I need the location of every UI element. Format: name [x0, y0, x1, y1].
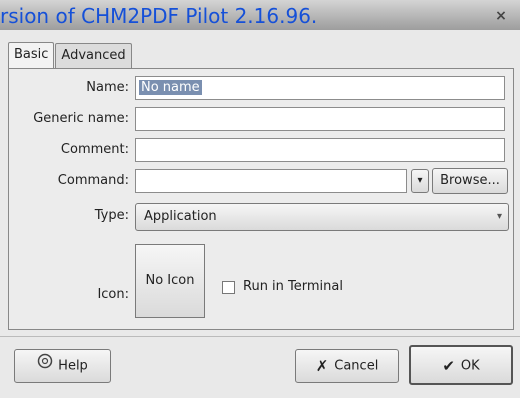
chevron-down-icon: ▾ [496, 211, 502, 222]
name-label: Name: [86, 80, 129, 95]
watermark-text: rsion of CHM2PDF Pilot 2.16.96. [0, 4, 318, 28]
ok-button-label: OK [460, 358, 480, 374]
help-button-label: Help [58, 358, 88, 374]
generic-name-field[interactable] [135, 107, 505, 131]
comment-label: Comment: [60, 142, 129, 157]
run-in-terminal-label[interactable]: Run in Terminal [243, 279, 343, 294]
chevron-down-icon: ▾ [417, 175, 423, 186]
cancel-x-icon: ✗ [315, 357, 329, 375]
command-field[interactable] [135, 169, 407, 193]
title-bar: rsion of CHM2PDF Pilot 2.16.96. × [0, 0, 520, 30]
name-value: No name [139, 80, 202, 95]
close-icon[interactable]: × [493, 8, 509, 24]
icon-button-label: No Icon [145, 273, 195, 288]
footer-separator [0, 336, 520, 337]
icon-button[interactable]: No Icon [135, 244, 205, 318]
tab-advanced[interactable]: Advanced [55, 43, 132, 68]
type-select[interactable]: Application ▾ [135, 203, 509, 231]
command-label: Command: [57, 173, 129, 188]
tab-basic[interactable]: Basic [8, 42, 55, 69]
comment-field[interactable] [135, 138, 505, 162]
basic-panel: Name: No name Generic name: Comment: Com… [8, 68, 514, 330]
type-label: Type: [94, 208, 129, 223]
help-lifebuoy-icon [37, 350, 53, 382]
tab-bar: Basic Advanced [8, 42, 133, 69]
dialog-window: Basic Advanced Name: No name Generic nam… [0, 30, 520, 398]
command-dropdown-button[interactable]: ▾ [411, 169, 429, 193]
icon-label: Icon: [97, 287, 129, 302]
help-button[interactable]: Help [14, 349, 111, 383]
generic-name-label: Generic name: [33, 111, 129, 126]
ok-button[interactable]: ✔ OK [409, 345, 513, 385]
run-in-terminal-checkbox[interactable] [222, 281, 235, 294]
browse-button-label: Browse... [440, 173, 500, 188]
cancel-button-label: Cancel [334, 358, 379, 374]
browse-button[interactable]: Browse... [432, 168, 508, 194]
type-value: Application [144, 209, 217, 224]
name-field[interactable]: No name [135, 76, 505, 100]
ok-hand-icon: ✔ [442, 357, 455, 375]
cancel-button[interactable]: ✗ Cancel [295, 349, 399, 383]
